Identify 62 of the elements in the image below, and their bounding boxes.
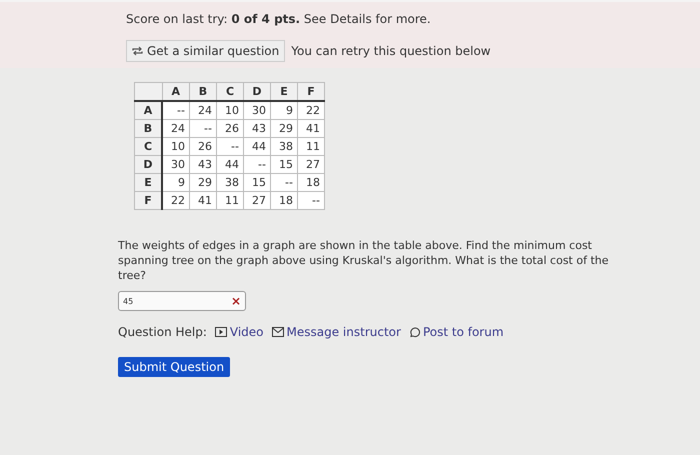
table-cell: 9 [162, 174, 190, 192]
column-header: D [244, 82, 270, 101]
table-cell: -- [216, 138, 244, 156]
speech-bubble-icon [408, 326, 420, 338]
row-header: F [134, 192, 162, 210]
column-header: C [216, 82, 244, 101]
table-cell: -- [190, 120, 216, 138]
envelope-icon [272, 327, 284, 337]
row-header: C [134, 138, 162, 156]
table-cell: 43 [244, 120, 270, 138]
similar-question-button[interactable]: Get a similar question [126, 40, 286, 62]
table-cell: 30 [162, 156, 190, 174]
table-cell: -- [162, 101, 190, 120]
table-cell: 15 [244, 174, 270, 192]
table-cell: 10 [216, 101, 244, 120]
table-cell: 29 [190, 174, 216, 192]
table-cell: 26 [190, 138, 216, 156]
refresh-icon [132, 46, 143, 56]
question-text: The weights of edges in a graph are shown in the table above. Find the minimum cost spanning tree on the graph above using Kruskal's algorithm. What is the total cost of the tree? [118, 238, 610, 283]
column-header: F [298, 82, 324, 101]
row-header: B [134, 120, 162, 138]
row-header: A [134, 101, 162, 120]
table-cell: 22 [162, 192, 190, 210]
table-cell: 38 [270, 138, 298, 156]
table-cell: -- [244, 156, 270, 174]
submit-button[interactable]: Submit Question [118, 357, 230, 377]
table-cell: 18 [270, 192, 298, 210]
table-cell: -- [270, 174, 298, 192]
table-cell: 9 [270, 101, 298, 120]
table-cell: 26 [216, 120, 244, 138]
retry-note: You can retry this question below [291, 44, 491, 58]
table-cell: 24 [162, 120, 190, 138]
table-cell: 10 [162, 138, 190, 156]
video-icon [214, 327, 227, 337]
table-cell: 27 [298, 156, 324, 174]
table-cell: 22 [298, 101, 324, 120]
table-cell: 43 [190, 156, 216, 174]
row-header: D [134, 156, 162, 174]
table-cell: 27 [244, 192, 270, 210]
table-cell: 44 [244, 138, 270, 156]
score-text: Score on last try: 0 of 4 pts. See Details for more. [126, 12, 432, 26]
table-cell: 11 [298, 138, 324, 156]
video-link[interactable]: Video [214, 325, 264, 339]
column-header: A [162, 82, 190, 101]
table-cell: 15 [270, 156, 298, 174]
message-link[interactable]: Message instructor [272, 325, 401, 339]
table-cell: 30 [244, 101, 270, 120]
help-label: Question Help: [118, 325, 207, 339]
table-cell: 11 [216, 192, 244, 210]
table-cell: 38 [216, 174, 244, 192]
row-header: E [134, 174, 162, 192]
column-header: B [190, 82, 216, 101]
table-cell: -- [298, 192, 324, 210]
answer-field[interactable]: 45 × [118, 291, 246, 311]
table-cell: 41 [190, 192, 216, 210]
forum-link[interactable]: Post to forum [408, 325, 504, 339]
table-cell: 29 [270, 120, 298, 138]
table-cell: 44 [216, 156, 244, 174]
column-header: E [270, 82, 298, 101]
table-cell: 18 [298, 174, 324, 192]
table-cell: 24 [190, 101, 216, 120]
table-cell: 41 [298, 120, 324, 138]
